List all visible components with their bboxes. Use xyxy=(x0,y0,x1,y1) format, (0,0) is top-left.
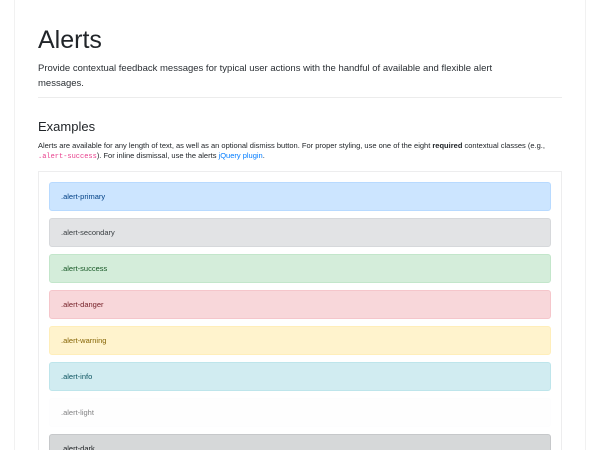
examples-heading: Examples xyxy=(38,119,96,134)
alert-danger-example: .alert-danger xyxy=(49,290,551,319)
alert-label: .alert-success xyxy=(61,264,108,273)
alert-label: .alert-secondary xyxy=(61,228,115,237)
alert-primary-example: .alert-primary xyxy=(49,182,551,211)
alert-success-example: .alert-success xyxy=(49,254,551,283)
page-lead: Provide contextual feedback messages for… xyxy=(38,63,493,89)
alert-label: .alert-warning xyxy=(61,336,107,345)
intro-text-4: . xyxy=(262,151,265,160)
alerts-example-container: .alert-primary .alert-secondary .alert-suc… xyxy=(38,171,562,450)
alert-secondary-example: .alert-secondary xyxy=(49,218,551,247)
intro-text-2: contextual classes (e.g., xyxy=(462,141,545,150)
jquery-plugin-link[interactable]: jQuery plugin xyxy=(219,151,263,160)
alert-warning-example: .alert-warning xyxy=(49,326,551,355)
intro-text-3: ). For inline dismissal, use the alerts xyxy=(96,151,219,160)
examples-intro: Alerts are available for any length of t… xyxy=(38,141,562,162)
alert-dark-example: .alert-dark xyxy=(49,434,551,450)
main-content: Alerts Provide contextual feedback messa… xyxy=(15,0,585,450)
alert-label: .alert-primary xyxy=(61,192,106,201)
alert-label: .alert-info xyxy=(61,372,93,381)
alert-info-example: .alert-info xyxy=(49,362,551,391)
page-title: Alerts xyxy=(38,26,102,54)
intro-text-1: Alerts are available for any length of t… xyxy=(38,141,433,150)
intro-required-emphasis: required xyxy=(432,141,463,150)
content-right-divider xyxy=(585,0,586,450)
docs-page: Alerts Provide contextual feedback messa… xyxy=(0,0,600,450)
alert-label: .alert-dark xyxy=(61,444,95,450)
alert-label: .alert-danger xyxy=(61,300,104,309)
alert-success-code: .alert-success xyxy=(38,153,97,161)
alert-light-example: .alert-light xyxy=(49,398,551,427)
section-divider xyxy=(38,97,562,98)
alert-label: .alert-light xyxy=(61,408,94,417)
